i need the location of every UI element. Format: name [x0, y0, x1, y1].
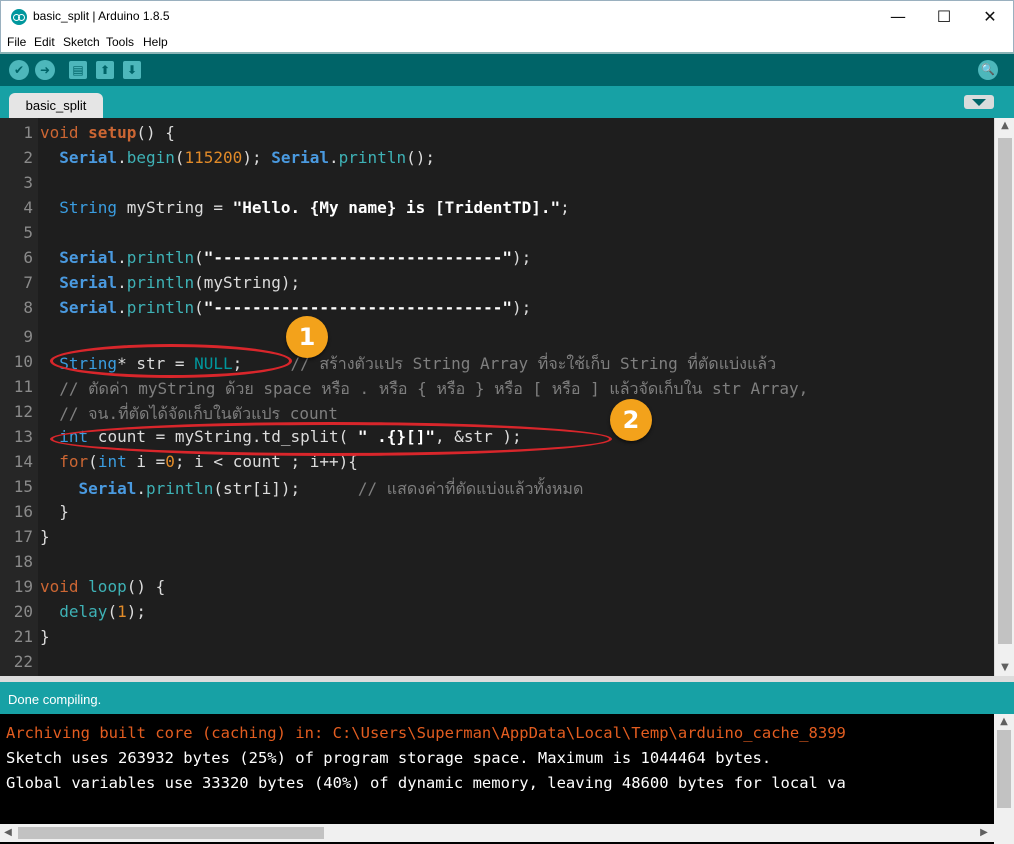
line-number: 4 — [23, 198, 33, 217]
code-line-20: delay(1); — [59, 602, 146, 621]
code-line-15: Serial.println(str[i]); // แสดงค่าที่ตัด… — [78, 479, 584, 498]
scroll-left-icon[interactable]: ◀ — [0, 825, 16, 841]
upload-button[interactable]: ➜ — [35, 60, 55, 80]
code-line-16: } — [40, 502, 69, 521]
line-number: 16 — [13, 502, 33, 521]
editor-scroll-thumb[interactable] — [998, 138, 1012, 644]
close-button[interactable]: ✕ — [967, 1, 1013, 33]
line-number: 14 — [13, 452, 33, 471]
console-line-2: Sketch uses 263932 bytes (25%) of progra… — [6, 749, 772, 767]
code-line-6: Serial.println("------------------------… — [59, 248, 532, 267]
minimize-button[interactable]: — — [875, 1, 921, 33]
tab-strip: basic_split — [0, 86, 1014, 118]
line-number: 5 — [23, 223, 33, 242]
verify-button[interactable]: ✔ — [9, 60, 29, 80]
code-line-2: Serial.begin(115200); Serial.println(); — [59, 148, 435, 167]
menu-help[interactable]: Help — [143, 35, 168, 49]
code-line-17: } — [40, 527, 50, 546]
scroll-up-icon[interactable]: ▲ — [994, 714, 1014, 730]
line-number: 21 — [13, 627, 33, 646]
line-number: 10 — [13, 352, 33, 371]
callout-badge-2: 2 — [610, 399, 652, 441]
line-number: 7 — [23, 273, 33, 292]
code-line-8: Serial.println("------------------------… — [59, 298, 532, 317]
menu-edit[interactable]: Edit — [34, 35, 55, 49]
scroll-corner — [994, 824, 1014, 844]
scroll-up-icon[interactable]: ▲ — [995, 118, 1014, 134]
line-number-gutter: 1 2 3 4 5 6 7 8 9 10 11 12 13 14 15 16 1… — [0, 118, 38, 676]
highlight-ring-2 — [50, 422, 612, 456]
magnifier-icon: 🔍 — [981, 63, 995, 76]
line-number: 13 — [13, 427, 33, 446]
line-number: 2 — [23, 148, 33, 167]
menu-tools[interactable]: Tools — [106, 35, 134, 49]
code-line-19: void loop() { — [40, 577, 166, 596]
scroll-right-icon[interactable]: ▶ — [976, 825, 992, 841]
serial-monitor-button[interactable]: 🔍 — [978, 60, 998, 80]
line-number: 22 — [13, 652, 33, 671]
code-line-21: } — [40, 627, 50, 646]
line-number: 6 — [23, 248, 33, 267]
highlight-ring-1 — [50, 344, 292, 378]
line-number: 15 — [13, 477, 33, 496]
callout-badge-1: 1 — [286, 316, 328, 358]
arduino-logo-icon — [11, 9, 27, 25]
line-number: 19 — [13, 577, 33, 596]
line-number: 9 — [23, 327, 33, 346]
open-sketch-button[interactable]: ⬆ — [96, 61, 114, 79]
console-horizontal-scrollbar[interactable]: ◀ ▶ — [0, 824, 994, 842]
code-line-11: // ตัดค่า myString ด้วย space หรือ . หรื… — [59, 379, 809, 398]
new-sketch-button[interactable]: ▤ — [69, 61, 87, 79]
window-title: basic_split | Arduino 1.8.5 — [33, 9, 170, 23]
console-output: Archiving built core (caching) in: C:\Us… — [0, 714, 1014, 844]
line-number: 1 — [23, 123, 33, 142]
console-line-3: Global variables use 33320 bytes (40%) o… — [6, 774, 846, 792]
line-number: 11 — [13, 377, 33, 396]
scroll-down-icon[interactable]: ▼ — [995, 660, 1014, 676]
tab-menu-dropdown-icon[interactable] — [964, 95, 994, 109]
tab-basic-split[interactable]: basic_split — [9, 93, 103, 118]
code-line-1: void setup() { — [40, 123, 175, 142]
code-editor[interactable]: 1 2 3 4 5 6 7 8 9 10 11 12 13 14 15 16 1… — [0, 118, 1014, 676]
menu-sketch[interactable]: Sketch — [63, 35, 100, 49]
line-number: 8 — [23, 298, 33, 317]
status-bar: Done compiling. — [0, 682, 1014, 714]
line-number: 12 — [13, 402, 33, 421]
line-number: 20 — [13, 602, 33, 621]
maximize-button[interactable]: ☐ — [921, 1, 967, 33]
line-number: 18 — [13, 552, 33, 571]
console-hscroll-thumb[interactable] — [18, 827, 324, 839]
line-number: 3 — [23, 173, 33, 192]
save-sketch-button[interactable]: ⬇ — [123, 61, 141, 79]
editor-vertical-scrollbar[interactable]: ▲ ▼ — [994, 118, 1014, 676]
console-scroll-thumb[interactable] — [997, 730, 1011, 808]
console-vertical-scrollbar[interactable]: ▲ — [994, 714, 1014, 824]
menu-bar: File Edit Sketch Tools Help — [0, 32, 1014, 52]
code-line-4: String myString = "Hello. {My name} is [… — [59, 198, 570, 217]
status-message: Done compiling. — [8, 692, 102, 707]
console-line-1: Archiving built core (caching) in: C:\Us… — [6, 724, 846, 742]
toolbar: ✔ ➜ ▤ ⬆ ⬇ 🔍 — [0, 52, 1014, 86]
code-line-7: Serial.println(myString); — [59, 273, 301, 292]
line-number: 17 — [13, 527, 33, 546]
menu-file[interactable]: File — [7, 35, 26, 49]
title-bar: basic_split | Arduino 1.8.5 — ☐ ✕ — [0, 0, 1014, 32]
